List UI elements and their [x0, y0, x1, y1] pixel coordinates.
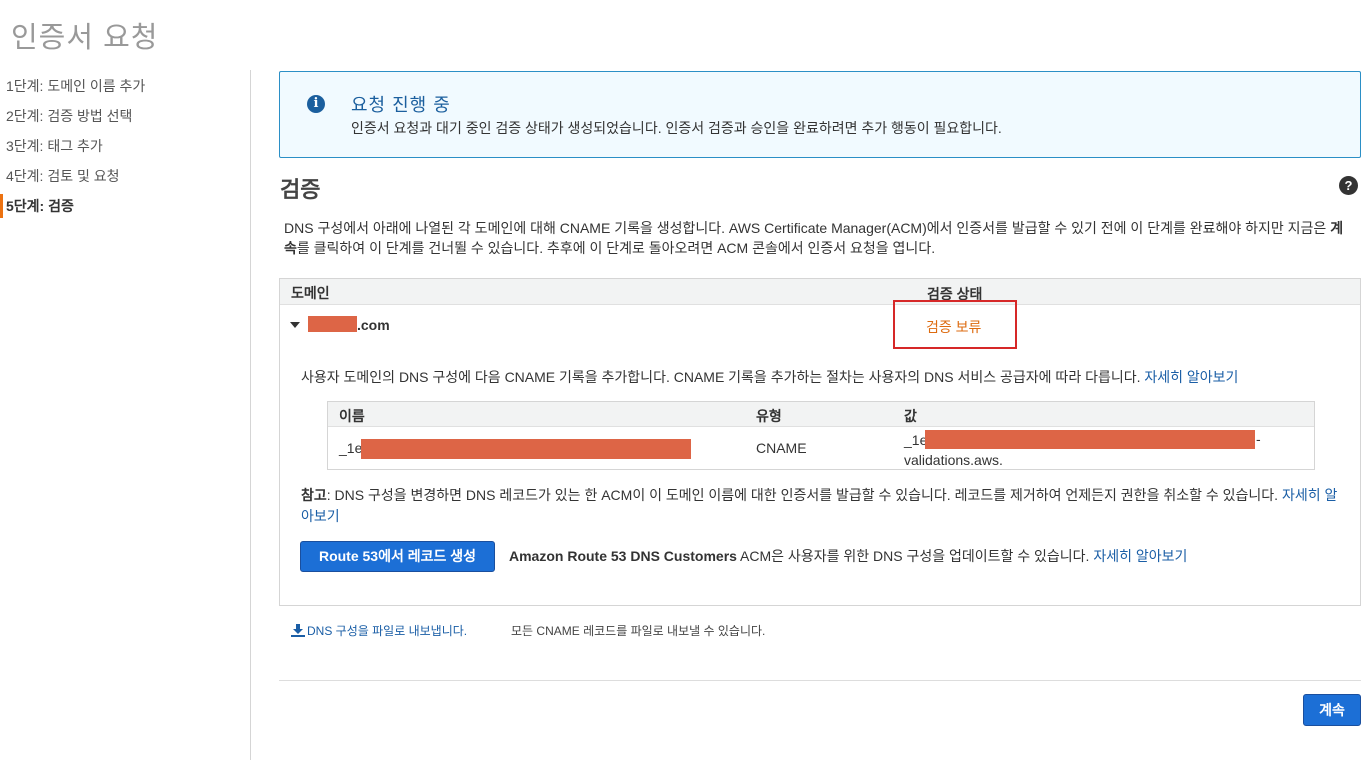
route53-description: Amazon Route 53 DNS Customers ACM은 사용자를 …	[509, 548, 1188, 564]
section-description: DNS 구성에서 아래에 나열된 각 도메인에 대해 CNAME 기록을 생성합…	[284, 220, 1344, 256]
record-type: CNAME	[756, 440, 807, 456]
continue-button[interactable]: 계속	[1303, 694, 1361, 726]
info-alert: i 요청 진행 중 인증서 요청과 대기 중인 검증 상태가 생성되었습니다. …	[279, 71, 1361, 158]
expand-caret-icon[interactable]	[290, 322, 300, 328]
step-5-active[interactable]: 5단계: 검증	[0, 194, 240, 224]
redacted-domain	[308, 316, 357, 332]
record-value-line2[interactable]: validations.aws.	[904, 452, 1003, 468]
domain-table-header: 도메인 검증 상태	[280, 279, 1360, 305]
column-header-type: 유형	[756, 408, 782, 424]
note-text: 참고: DNS 구성을 변경하면 DNS 레코드가 있는 한 ACM이 이 도메…	[301, 487, 1338, 524]
column-header-domain: 도메인	[291, 285, 330, 301]
records-table-header: 이름 유형 값	[328, 402, 1314, 427]
redacted-record-value	[925, 430, 1255, 449]
record-value-prefix[interactable]: _1e	[904, 432, 927, 448]
step-3[interactable]: 3단계: 태그 추가	[0, 134, 240, 164]
wizard-steps: 1단계: 도메인 이름 추가 2단계: 검증 방법 선택 3단계: 태그 추가 …	[0, 74, 240, 224]
export-description: 모든 CNAME 레코드를 파일로 내보낼 수 있습니다.	[511, 624, 766, 638]
validation-status: 검증 보류	[926, 319, 982, 335]
domain-name: .com	[357, 317, 390, 333]
info-icon: i	[307, 95, 325, 113]
cname-description: 사용자 도메인의 DNS 구성에 다음 CNAME 기록을 추가합니다. CNA…	[301, 369, 1239, 385]
record-name-prefix[interactable]: _1e	[339, 440, 362, 456]
learn-more-link-route53[interactable]: 자세히 알아보기	[1093, 548, 1187, 564]
section-title: 검증	[280, 177, 321, 202]
cname-records-table: 이름 유형 값 _1e CNAME _1e - validations.aws.	[327, 401, 1315, 470]
footer-divider	[279, 680, 1361, 681]
create-route53-record-button[interactable]: Route 53에서 레코드 생성	[300, 541, 495, 572]
column-header-value: 값	[904, 408, 917, 424]
step-4[interactable]: 4단계: 검토 및 요청	[0, 164, 240, 194]
step-2[interactable]: 2단계: 검증 방법 선택	[0, 104, 240, 134]
download-icon	[291, 624, 305, 637]
column-header-name: 이름	[339, 408, 365, 424]
info-description: 인증서 요청과 대기 중인 검증 상태가 생성되었습니다. 인증서 검증과 승인…	[351, 120, 1002, 136]
domain-validation-panel: 도메인 검증 상태 .com 검증 보류 사용자 도메인의 DNS 구성에 다음…	[279, 278, 1361, 606]
page-title: 인증서 요청	[11, 22, 159, 54]
help-icon[interactable]: ?	[1339, 176, 1358, 195]
info-title: 요청 진행 중	[351, 95, 451, 115]
sidebar-divider	[250, 70, 251, 760]
record-value-suffix: -	[1256, 431, 1261, 447]
redacted-record-name	[361, 439, 691, 459]
step-1[interactable]: 1단계: 도메인 이름 추가	[0, 74, 240, 104]
learn-more-link-cname[interactable]: 자세히 알아보기	[1144, 369, 1238, 385]
export-dns-config-link[interactable]: DNS 구성을 파일로 내보냅니다.	[291, 622, 467, 639]
